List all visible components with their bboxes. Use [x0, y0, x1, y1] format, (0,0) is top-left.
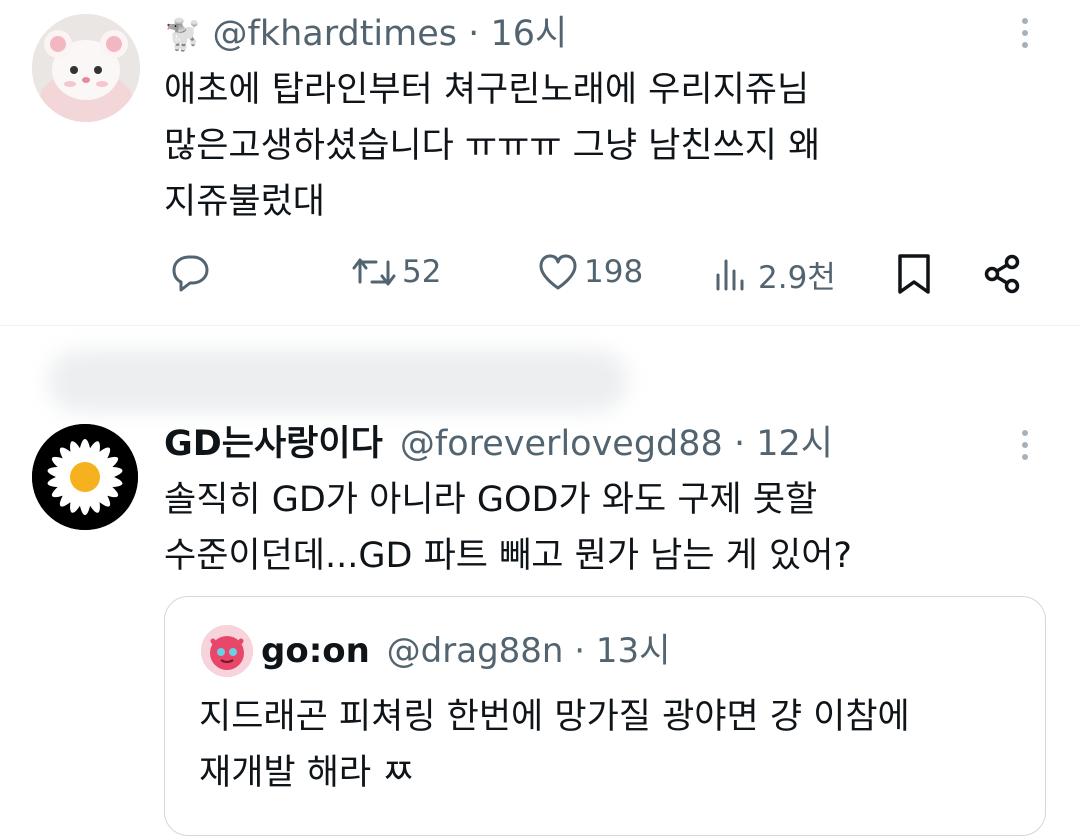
tweet-text: 애초에 탑라인부터 쳐구린노래에 우리지쥬님 많은고생하셨습니다 ㅠㅠㅠ 그냥 …	[164, 62, 820, 230]
reply-icon	[172, 255, 209, 292]
bookmark-icon	[898, 254, 930, 294]
user-handle[interactable]: @foreverlovegd88	[400, 424, 723, 464]
avatar[interactable]	[32, 424, 138, 530]
heart-icon	[539, 254, 577, 290]
share-button[interactable]	[980, 252, 1024, 296]
tweet-header: 🐩 @fkhardtimes · 16시	[164, 14, 567, 56]
more-options-icon[interactable]	[1022, 18, 1028, 54]
views-button[interactable]: 2.9천	[712, 252, 836, 297]
display-name[interactable]: GD는사랑이다	[164, 424, 383, 464]
like-count: 198	[584, 254, 644, 290]
quoted-tweet-header: go:on @drag88n · 13시	[261, 631, 670, 671]
more-options-icon[interactable]	[1022, 430, 1028, 466]
tweet-text-line: 수준이던데...GD 파트 빼고 뭔가 남는 게 있어?	[164, 536, 852, 576]
tweet-text-line: 지쥬불렀대	[164, 182, 326, 222]
retweet-button[interactable]: 52	[350, 252, 441, 292]
tweet-text-line: 많은고생하셨습니다 ㅠㅠㅠ 그냥 남친쓰지 왜	[164, 126, 821, 166]
tweet-text-line: 지드래곤 피쳐링 한번에 망가질 광야면 걍 이참에	[199, 697, 910, 737]
timestamp[interactable]: 16시	[490, 14, 567, 54]
reply-button[interactable]	[166, 252, 210, 292]
avatar[interactable]	[32, 14, 140, 122]
tweet-text: 솔직히 GD가 아니라 GOD가 와도 구제 못할 수준이던데...GD 파트 …	[164, 472, 852, 584]
quoted-tweet[interactable]: go:on @drag88n · 13시 지드래곤 피쳐링 한번에 망가질 광야…	[164, 596, 1046, 836]
tweet-text-line: 솔직히 GD가 아니라 GOD가 와도 구제 못할	[164, 480, 818, 520]
tweet-text-line: 재개발 해라 ㅉ	[199, 753, 415, 793]
bookmark-button[interactable]	[894, 252, 934, 296]
poodle-emoji: 🐩	[164, 18, 202, 53]
separator-dot: ·	[468, 14, 480, 54]
tweet-text-line: 애초에 탑라인부터 쳐구린노래에 우리지쥬님	[164, 70, 810, 110]
separator-dot: ·	[574, 631, 586, 671]
views-chart-icon	[716, 259, 744, 290]
retweet-icon	[352, 258, 396, 286]
share-icon	[984, 254, 1020, 294]
quoted-tweet-text: 지드래곤 피쳐링 한번에 망가질 광야면 걍 이참에 재개발 해라 ㅉ	[199, 689, 910, 801]
like-button[interactable]: 198	[536, 252, 643, 292]
user-handle[interactable]: @drag88n	[387, 631, 564, 671]
avatar[interactable]	[201, 625, 253, 677]
timestamp[interactable]: 12시	[756, 424, 833, 464]
user-handle[interactable]: @fkhardtimes	[213, 14, 458, 54]
timestamp[interactable]: 13시	[596, 631, 671, 671]
views-count: 2.9천	[758, 260, 836, 296]
blurred-content	[48, 350, 628, 412]
separator-dot: ·	[733, 424, 746, 464]
display-name[interactable]: go:on	[261, 631, 370, 671]
retweet-count: 52	[402, 254, 442, 290]
divider	[0, 325, 1080, 326]
tweet-header: GD는사랑이다 @foreverlovegd88 · 12시	[164, 424, 833, 464]
